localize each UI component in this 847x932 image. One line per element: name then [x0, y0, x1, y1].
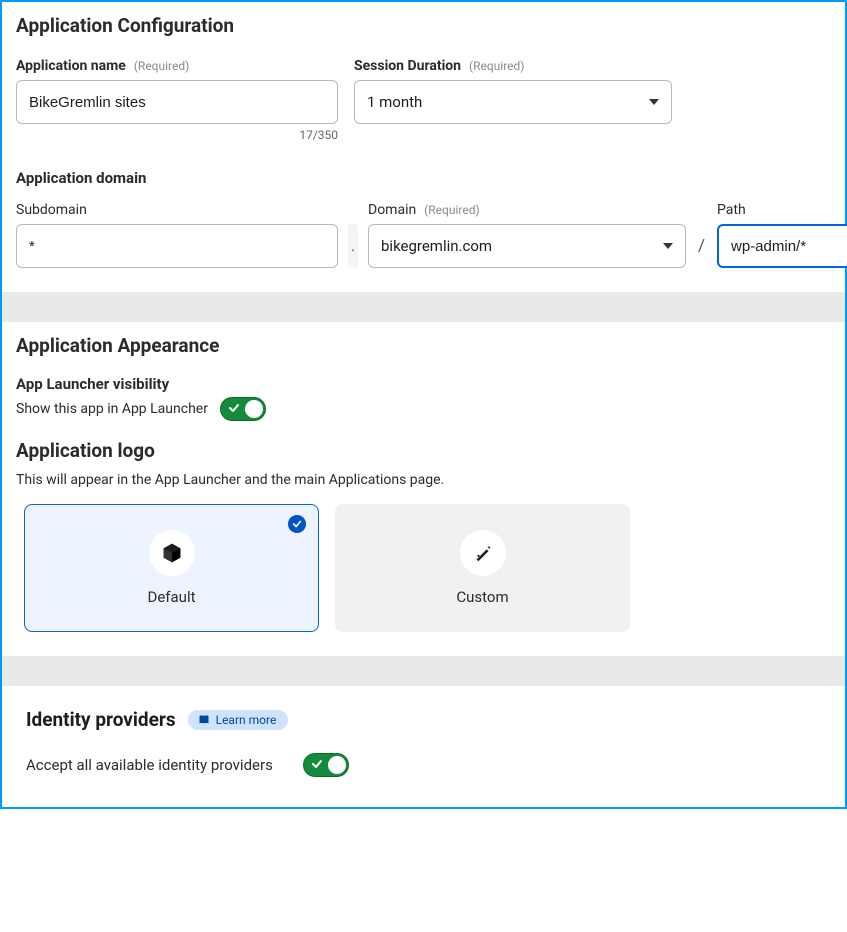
application-appearance-section: Application Appearance App Launcher visi…	[2, 322, 845, 656]
path-input[interactable]	[717, 224, 847, 268]
subdomain-field-group: Subdomain	[16, 202, 338, 268]
session-duration-select[interactable]: 1 month	[354, 80, 672, 124]
accept-all-idp-toggle[interactable]	[303, 753, 349, 777]
required-hint: (Required)	[134, 59, 189, 73]
domain-field-group: Domain (Required) bikegremlin.com	[368, 199, 686, 268]
logo-option-custom-label: Custom	[456, 588, 508, 606]
application-name-counter: 17/350	[16, 128, 338, 142]
launcher-visibility-toggle[interactable]	[220, 397, 266, 421]
learn-more-link[interactable]: Learn more	[188, 710, 289, 730]
logo-option-default[interactable]: Default	[24, 504, 319, 632]
required-hint: (Required)	[424, 203, 479, 217]
session-duration-field-group: Session Duration (Required) 1 month	[354, 55, 672, 142]
path-field-group: Path	[717, 202, 847, 268]
book-icon	[198, 714, 210, 726]
subdomain-label: Subdomain	[16, 202, 338, 218]
logo-option-default-label: Default	[148, 588, 196, 606]
application-name-input[interactable]	[16, 80, 338, 124]
check-icon	[311, 758, 323, 770]
learn-more-text: Learn more	[216, 713, 277, 727]
toggle-knob	[245, 400, 263, 418]
cube-icon	[149, 530, 195, 576]
domain-value: bikegremlin.com	[381, 237, 492, 255]
slash-separator: /	[696, 224, 707, 268]
application-configuration-section: Application Configuration Application na…	[2, 2, 845, 292]
section-divider	[2, 656, 845, 686]
domain-label: Domain	[368, 202, 416, 218]
identity-providers-title: Identity providers	[26, 708, 176, 731]
selected-badge	[288, 515, 306, 533]
dot-separator: .	[348, 224, 358, 268]
wand-icon	[460, 530, 506, 576]
accept-all-idp-text: Accept all available identity providers	[26, 756, 273, 774]
application-name-field-group: Application name (Required) 17/350	[16, 55, 338, 142]
section-divider	[2, 292, 845, 322]
identity-providers-section: Identity providers Learn more Accept all…	[2, 686, 845, 807]
chevron-down-icon	[649, 99, 659, 105]
appearance-title: Application Appearance	[16, 334, 831, 357]
domain-select[interactable]: bikegremlin.com	[368, 224, 686, 268]
launcher-visibility-heading: App Launcher visibility	[16, 375, 831, 393]
required-hint: (Required)	[469, 59, 524, 73]
check-icon	[228, 402, 240, 414]
check-icon	[292, 519, 302, 529]
application-domain-heading: Application domain	[16, 169, 146, 187]
session-duration-value: 1 month	[367, 93, 422, 111]
launcher-visibility-text: Show this app in App Launcher	[16, 401, 208, 417]
application-logo-title: Application logo	[16, 439, 831, 462]
logo-option-custom[interactable]: Custom	[335, 504, 630, 632]
chevron-down-icon	[663, 243, 673, 249]
application-name-label: Application name	[16, 58, 126, 74]
session-duration-label: Session Duration	[354, 58, 461, 74]
application-logo-description: This will appear in the App Launcher and…	[16, 472, 831, 488]
config-title: Application Configuration	[16, 14, 831, 37]
toggle-knob	[328, 756, 346, 774]
subdomain-input[interactable]	[16, 224, 338, 268]
path-label: Path	[717, 202, 847, 218]
